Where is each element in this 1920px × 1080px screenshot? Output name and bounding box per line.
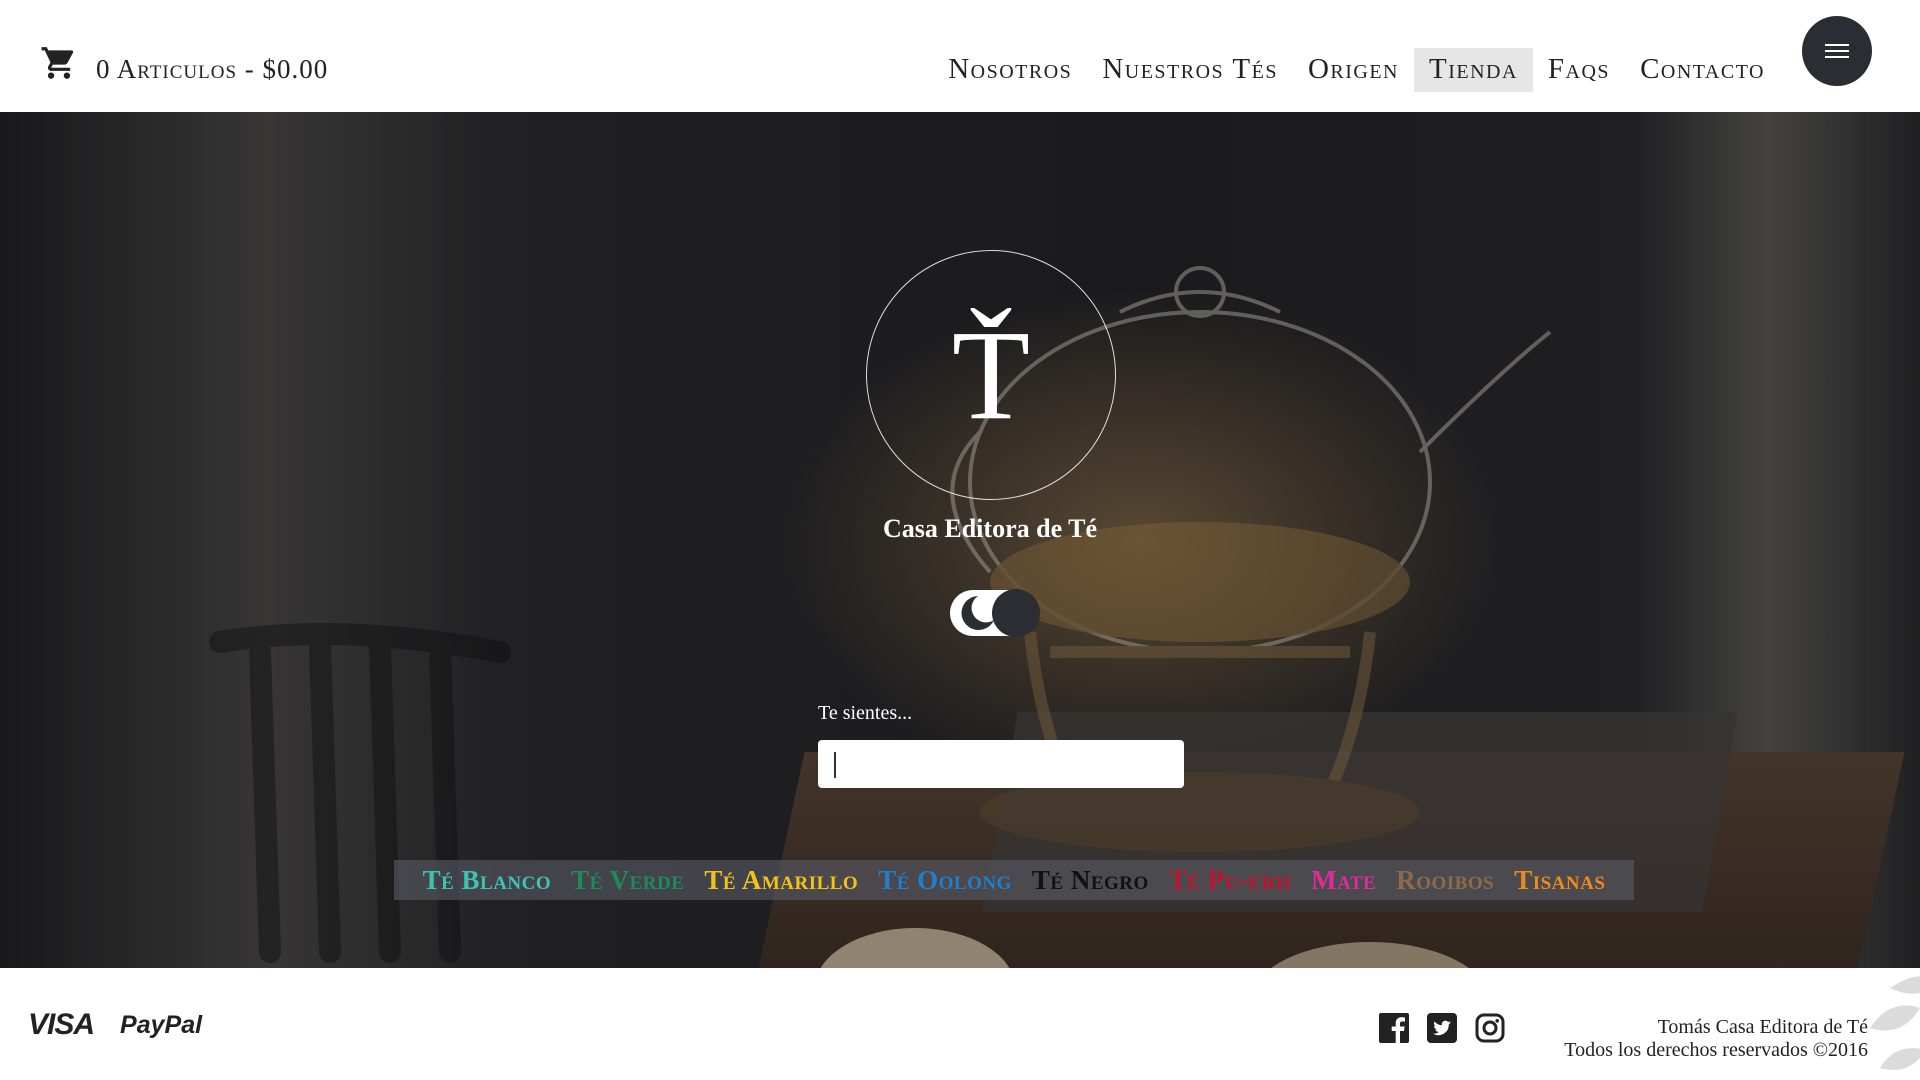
nav-item-contacto[interactable]: Contacto — [1625, 48, 1780, 92]
visa-logo: VISA — [28, 1008, 95, 1041]
shopping-cart-icon — [41, 46, 74, 79]
facebook-icon[interactable] — [1378, 1012, 1410, 1044]
nav-item-tienda[interactable]: Tienda — [1414, 48, 1533, 92]
category-te-blanco[interactable]: Té Blanco — [423, 865, 552, 896]
category-mate[interactable]: Mate — [1311, 865, 1376, 896]
nav-item-faqs[interactable]: Faqs — [1533, 48, 1625, 92]
category-te-verde[interactable]: Té Verde — [571, 865, 684, 896]
category-te-amarillo[interactable]: Té Amarillo — [704, 865, 858, 896]
category-rooibos[interactable]: Rooibos — [1396, 865, 1494, 896]
paypal-logo: PayPal — [120, 1010, 203, 1039]
moon-icon — [961, 596, 994, 630]
brand-name: Casa Editora de Té — [882, 514, 1098, 543]
site-footer: VISA PayPal Tomás Casa Editora de Té Tod… — [0, 968, 1920, 1080]
category-tisanas[interactable]: Tisanas — [1514, 865, 1605, 896]
hamburger-menu-icon — [1825, 44, 1849, 58]
category-te-pu-erh[interactable]: Té Pu-erh — [1169, 865, 1291, 896]
theme-toggle[interactable] — [950, 589, 1040, 637]
feel-input[interactable] — [818, 740, 1184, 788]
leaf-decoration — [1870, 976, 1920, 1070]
payment-methods: VISA PayPal — [28, 1008, 202, 1042]
tea-category-bar: Té Blanco Té Verde Té Amarillo Té Oolong… — [394, 860, 1634, 900]
copyright-owner: Tomás Casa Editora de Té — [1657, 1016, 1868, 1038]
logo-letter: Ť — [951, 304, 1031, 446]
category-te-negro[interactable]: Té Negro — [1032, 865, 1149, 896]
cart-total-label: 0 Articulos - $0.00 — [96, 54, 329, 84]
twitter-icon[interactable] — [1426, 1012, 1458, 1044]
site-header: 0 Articulos - $0.00 Nosotros Nuestros Té… — [0, 0, 1920, 112]
main-nav: Nosotros Nuestros Tés Origen Tienda Faqs… — [933, 48, 1780, 92]
nav-item-nosotros[interactable]: Nosotros — [933, 48, 1087, 92]
menu-button[interactable] — [1802, 16, 1872, 86]
copyright: Tomás Casa Editora de Té Todos los derec… — [1564, 1016, 1868, 1062]
cart-summary[interactable]: 0 Articulos - $0.00 — [40, 40, 328, 85]
copyright-rights: Todos los derechos reservados ©2016 — [1564, 1039, 1868, 1061]
feel-label: Te sientes... — [818, 702, 913, 724]
instagram-icon[interactable] — [1474, 1012, 1506, 1044]
category-te-oolong[interactable]: Té Oolong — [878, 865, 1012, 896]
nav-item-origen[interactable]: Origen — [1293, 48, 1414, 92]
toggle-knob — [992, 589, 1040, 637]
hero-section: Ť Casa Editora de Té Te sientes... Té Bl… — [0, 112, 1920, 968]
social-links — [1378, 1012, 1522, 1044]
text-caret — [834, 752, 836, 778]
nav-item-nuestros-tes[interactable]: Nuestros Tés — [1087, 48, 1293, 92]
